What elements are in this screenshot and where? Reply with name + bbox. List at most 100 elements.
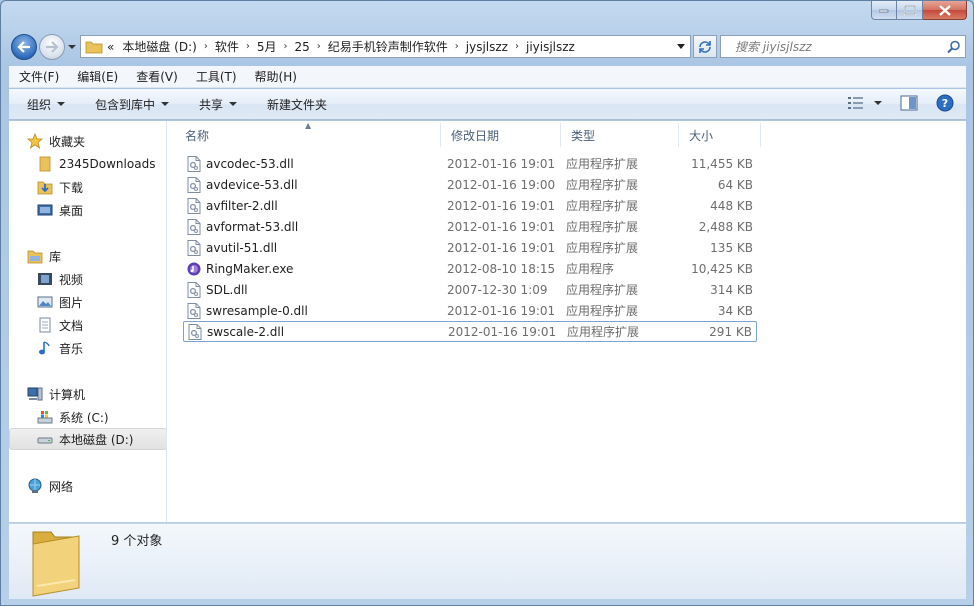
file-name: RingMaker.exe bbox=[206, 261, 294, 276]
menu-file[interactable]: 文件(F) bbox=[9, 66, 67, 88]
nav-item-desktop[interactable]: 桌面 bbox=[9, 199, 166, 221]
file-name: avfilter-2.dll bbox=[206, 198, 278, 213]
sort-ascending-icon: ▲ bbox=[305, 121, 312, 130]
file-row[interactable]: avdevice-53.dll 2012-01-16 19:00 应用程序扩展 64 … bbox=[183, 174, 757, 195]
nav-label: 文档 bbox=[59, 318, 84, 333]
file-row[interactable]: avfilter-2.dll 2012-01-16 19:01 应用程序扩展 448 … bbox=[183, 195, 757, 216]
music-icon bbox=[37, 340, 53, 356]
minimize-button[interactable] bbox=[871, 1, 897, 20]
share-button[interactable]: 共享 bbox=[181, 96, 249, 113]
minimize-icon bbox=[879, 9, 889, 13]
close-button[interactable] bbox=[923, 1, 967, 20]
nav-item-documents[interactable]: 文档 bbox=[9, 314, 166, 336]
dll-icon bbox=[188, 323, 202, 340]
breadcrumb-item[interactable]: 软件 bbox=[211, 36, 243, 57]
breadcrumb-item[interactable]: 纪易手机铃声制作软件 bbox=[324, 36, 452, 57]
breadcrumb-separator-icon[interactable]: › bbox=[243, 41, 253, 52]
caption-buttons bbox=[871, 1, 967, 20]
address-dropdown-icon[interactable] bbox=[676, 43, 686, 51]
file-row[interactable]: SDL.dll 2007-12-30 1:09 应用程序扩展 314 KB bbox=[183, 279, 757, 300]
help-icon[interactable]: ? bbox=[936, 94, 954, 112]
nav-item-pictures[interactable]: 图片 bbox=[9, 291, 166, 313]
downloads-icon bbox=[37, 179, 53, 195]
pane-splitter[interactable] bbox=[167, 121, 171, 522]
file-size: 291 KB bbox=[709, 324, 752, 339]
breadcrumb-item[interactable]: 25 bbox=[290, 36, 313, 57]
file-name-cell: avdevice-53.dll bbox=[187, 176, 298, 193]
file-row[interactable]: swscale-2.dll 2012-01-16 19:01 应用程序扩展 291 K… bbox=[183, 321, 757, 342]
search-input[interactable] bbox=[733, 38, 933, 55]
breadcrumb-overflow[interactable]: « bbox=[103, 36, 118, 57]
file-size: 135 KB bbox=[710, 240, 753, 255]
file-type: 应用程序扩展 bbox=[566, 157, 639, 171]
column-label: 类型 bbox=[571, 128, 596, 143]
file-row[interactable]: avutil-51.dll 2012-01-16 19:01 应用程序扩展 135 K… bbox=[183, 237, 757, 258]
column-label: 修改日期 bbox=[451, 128, 500, 143]
new-folder-button[interactable]: 新建文件夹 bbox=[249, 96, 339, 113]
nav-item-downloads[interactable]: 下载 bbox=[9, 176, 166, 198]
nav-item-2345downloads[interactable]: 2345Downloads bbox=[9, 153, 166, 175]
drive-icon bbox=[37, 431, 53, 447]
file-row[interactable]: avformat-53.dll 2012-01-16 19:01 应用程序扩展 2,4… bbox=[183, 216, 757, 237]
menu-edit[interactable]: 编辑(E) bbox=[67, 66, 126, 88]
nav-label: 下载 bbox=[59, 180, 84, 195]
maximize-button[interactable] bbox=[897, 1, 923, 20]
nav-item-music[interactable]: 音乐 bbox=[9, 337, 166, 359]
column-header-size[interactable]: 大小 bbox=[679, 123, 761, 147]
recent-pages-dropdown[interactable] bbox=[67, 42, 77, 52]
breadcrumb-separator-icon[interactable]: › bbox=[512, 41, 522, 52]
file-size: 64 KB bbox=[717, 177, 753, 192]
nav-item-drive-d[interactable]: 本地磁盘 (D:) bbox=[9, 428, 166, 450]
breadcrumb-item-current[interactable]: jiyisjlszz bbox=[522, 36, 579, 57]
menu-tools[interactable]: 工具(T) bbox=[186, 66, 245, 88]
file-name: avcodec-53.dll bbox=[206, 156, 294, 171]
file-row[interactable]: RingMaker.exe 2012-08-10 18:15 应用程序 10,425 … bbox=[183, 258, 757, 279]
breadcrumb-separator-icon[interactable]: › bbox=[452, 41, 462, 52]
command-bar: 组织 包含到库中 共享 新建文件夹 ? bbox=[9, 89, 966, 120]
column-header-date[interactable]: 修改日期 bbox=[441, 123, 561, 147]
breadcrumb-separator-icon[interactable]: › bbox=[280, 41, 290, 52]
column-header-type[interactable]: 类型 bbox=[561, 123, 679, 147]
file-date: 2007-12-30 1:09 bbox=[447, 282, 548, 297]
preview-pane-icon[interactable] bbox=[900, 95, 918, 111]
change-view-button[interactable] bbox=[848, 97, 882, 109]
breadcrumb-separator-icon[interactable]: › bbox=[314, 41, 324, 52]
include-in-library-button[interactable]: 包含到库中 bbox=[77, 96, 181, 113]
nav-item-videos[interactable]: 视频 bbox=[9, 268, 166, 290]
dll-icon bbox=[187, 239, 201, 256]
file-row[interactable]: avcodec-53.dll 2012-01-16 19:01 应用程序扩展 11,4… bbox=[183, 153, 757, 174]
file-type: 应用程序扩展 bbox=[566, 199, 639, 213]
column-header-name[interactable]: 名称 ▲ bbox=[175, 121, 441, 147]
menu-help[interactable]: 帮助(H) bbox=[245, 66, 305, 88]
network-icon bbox=[27, 478, 43, 494]
library-icon bbox=[27, 248, 43, 264]
nav-item-drive-c[interactable]: 系统 (C:) bbox=[9, 406, 166, 428]
nav-libraries[interactable]: 库 bbox=[9, 245, 166, 267]
view-controls: ? bbox=[848, 94, 954, 112]
nav-computer[interactable]: 计算机 bbox=[9, 383, 166, 405]
file-name-cell: avformat-53.dll bbox=[187, 218, 298, 235]
breadcrumb-item[interactable]: 5月 bbox=[253, 36, 281, 57]
file-name-cell: avfilter-2.dll bbox=[187, 197, 278, 214]
search-icon[interactable] bbox=[947, 40, 961, 54]
folder-icon bbox=[37, 156, 53, 172]
chevron-down-icon bbox=[161, 102, 170, 106]
refresh-button[interactable] bbox=[693, 35, 717, 58]
file-row[interactable]: swresample-0.dll 2012-01-16 19:01 应用程序扩展 34… bbox=[183, 300, 757, 321]
breadcrumb-item[interactable]: jysjlszz bbox=[462, 36, 512, 57]
breadcrumb-separator-icon[interactable]: › bbox=[201, 41, 211, 52]
search-box[interactable] bbox=[720, 35, 966, 58]
nav-favorites[interactable]: 收藏夹 bbox=[9, 130, 166, 152]
file-name-cell: RingMaker.exe bbox=[187, 261, 293, 277]
main-area: 收藏夹 2345Downloads 下载 桌面 库 视频 图片 文档 音乐 计算… bbox=[9, 121, 966, 522]
address-bar[interactable]: « 本地磁盘 (D:) › 软件 › 5月 › 25 › 纪易手机铃声制作软件 › jys… bbox=[80, 35, 691, 58]
breadcrumb-label: 25 bbox=[294, 39, 310, 54]
file-size: 11,455 KB bbox=[691, 156, 753, 171]
organize-button[interactable]: 组织 bbox=[9, 96, 77, 113]
column-label: 大小 bbox=[689, 128, 714, 143]
breadcrumb-item[interactable]: 本地磁盘 (D:) bbox=[118, 36, 200, 57]
back-button[interactable] bbox=[11, 34, 37, 60]
forward-button[interactable] bbox=[39, 34, 65, 60]
menu-view[interactable]: 查看(V) bbox=[126, 66, 186, 88]
nav-network[interactable]: 网络 bbox=[9, 475, 166, 497]
